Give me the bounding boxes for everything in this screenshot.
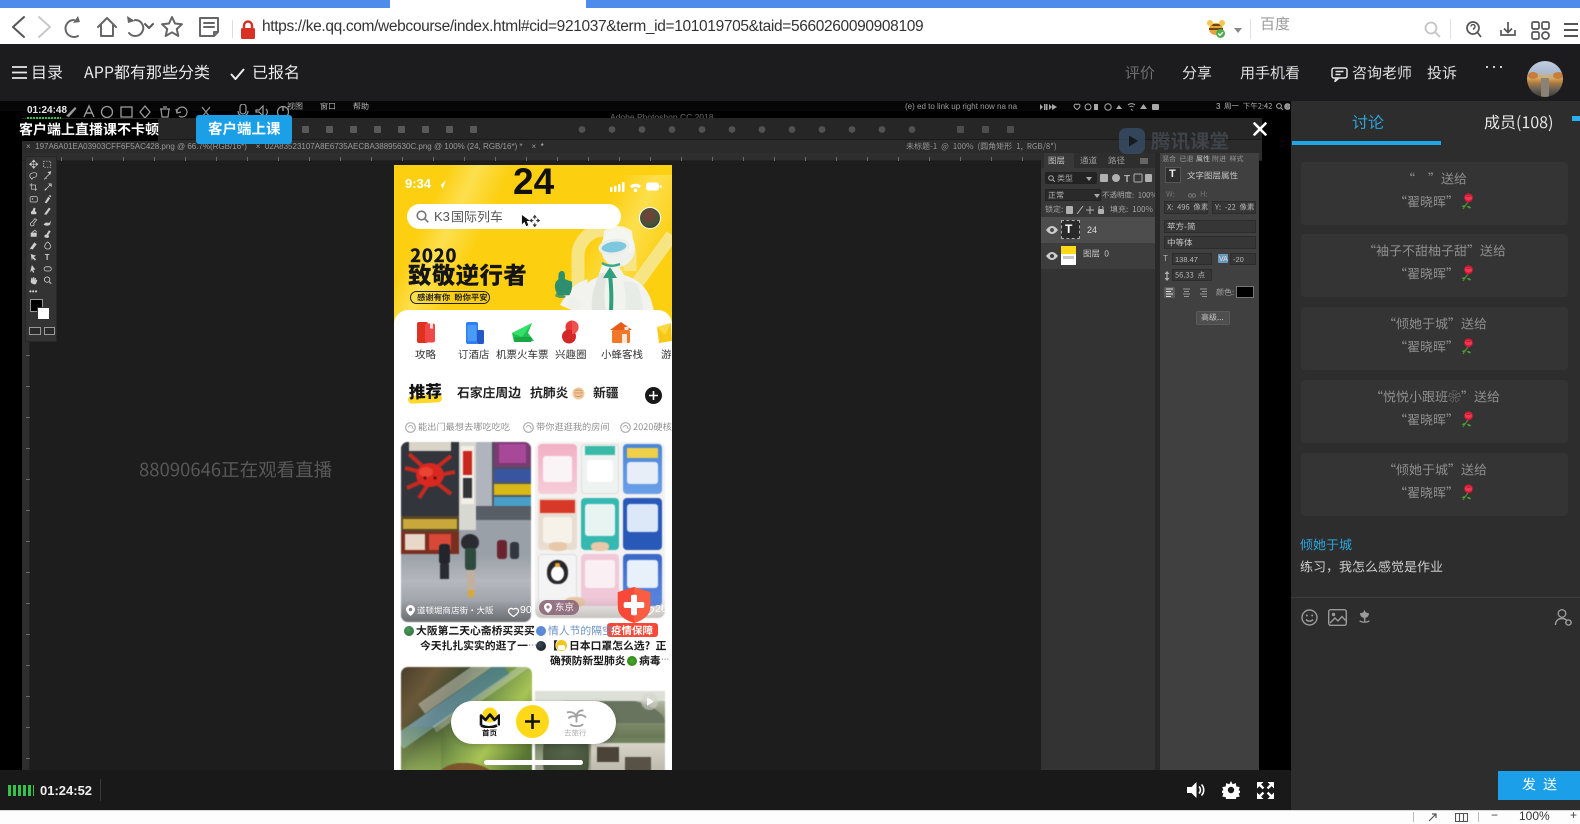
svg-text:T: T [45,253,50,262]
svg-text:VA: VA [1219,256,1228,263]
svg-text:T: T [1124,174,1130,183]
